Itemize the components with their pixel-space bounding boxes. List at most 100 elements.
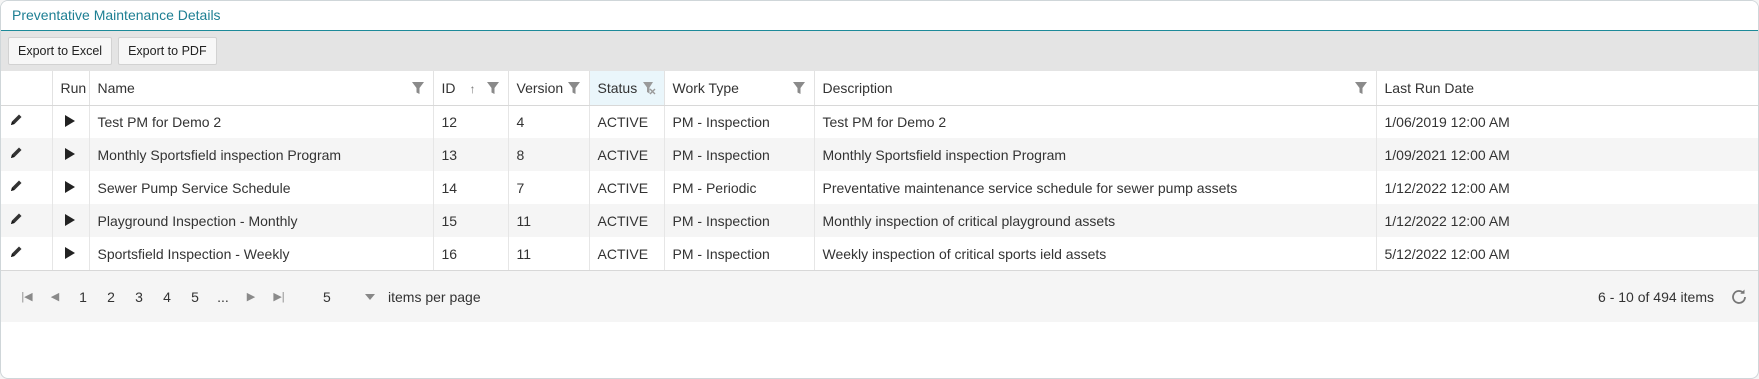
version-cell: 8 xyxy=(508,138,590,171)
status-cell: ACTIVE xyxy=(589,237,665,270)
description-cell: Test PM for Demo 2 xyxy=(814,105,1377,138)
header-work-type[interactable]: Work Type xyxy=(664,71,815,106)
page-button-2[interactable]: 2 xyxy=(97,289,125,305)
page-button-more[interactable]: ... xyxy=(209,289,237,305)
pencil-icon[interactable] xyxy=(9,179,23,193)
header-edit xyxy=(1,71,53,106)
edit-cell[interactable] xyxy=(1,105,53,138)
grid-header-row: Run Name ID ↑ Version Status Work Type D… xyxy=(1,71,1758,106)
id-cell: 16 xyxy=(433,237,509,270)
grid-toolbar: Export to Excel Export to PDF xyxy=(1,31,1758,71)
grid-pager: |◀ ◀ 1 2 3 4 5 ... ▶ ▶| 5 items per page… xyxy=(1,270,1758,322)
filter-icon[interactable] xyxy=(567,81,581,95)
header-last-run-date[interactable]: Last Run Date xyxy=(1376,71,1758,106)
pm-details-panel: Preventative Maintenance Details Export … xyxy=(0,0,1759,379)
header-description[interactable]: Description xyxy=(814,71,1377,106)
description-cell: Preventative maintenance service schedul… xyxy=(814,171,1377,204)
version-cell: 7 xyxy=(508,171,590,204)
filter-icon[interactable] xyxy=(792,81,806,95)
header-status[interactable]: Status xyxy=(589,71,665,106)
filter-icon[interactable] xyxy=(411,81,425,95)
play-icon[interactable] xyxy=(64,213,75,226)
filter-icon[interactable] xyxy=(486,81,500,95)
items-per-page-label: items per page xyxy=(388,288,481,305)
page-button-4[interactable]: 4 xyxy=(153,289,181,305)
run-cell[interactable] xyxy=(52,171,90,204)
table-row[interactable]: Sewer Pump Service Schedule 14 7 ACTIVE … xyxy=(1,171,1758,204)
previous-page-icon[interactable]: ◀ xyxy=(41,290,69,303)
page-size-value: 5 xyxy=(323,288,331,305)
run-cell[interactable] xyxy=(52,237,90,270)
last-page-icon[interactable]: ▶| xyxy=(265,290,293,303)
header-version[interactable]: Version xyxy=(508,71,590,106)
pencil-icon[interactable] xyxy=(9,212,23,226)
next-page-icon[interactable]: ▶ xyxy=(237,290,265,303)
header-run[interactable]: Run xyxy=(52,71,90,106)
table-row[interactable]: Monthly Sportsfield inspection Program 1… xyxy=(1,138,1758,171)
last-run-date-cell: 5/12/2022 12:00 AM xyxy=(1384,245,1510,262)
header-id-label: ID xyxy=(441,79,456,96)
header-run-label: Run xyxy=(60,79,87,96)
last-run-date-cell: 1/12/2022 12:00 AM xyxy=(1384,179,1510,196)
header-id[interactable]: ID ↑ xyxy=(433,71,509,106)
name-cell: Test PM for Demo 2 xyxy=(89,105,434,138)
header-work-type-label: Work Type xyxy=(672,79,739,96)
version-cell: 11 xyxy=(508,204,590,237)
clear-filter-icon[interactable] xyxy=(642,81,656,95)
status-cell: ACTIVE xyxy=(589,204,665,237)
id-cell: 15 xyxy=(433,204,509,237)
play-icon[interactable] xyxy=(64,246,75,259)
header-name[interactable]: Name xyxy=(89,71,434,106)
page-size-select[interactable]: 5 xyxy=(319,283,379,311)
edit-cell[interactable] xyxy=(1,138,53,171)
table-row[interactable]: Playground Inspection - Monthly 15 11 AC… xyxy=(1,204,1758,237)
run-cell[interactable] xyxy=(52,138,90,171)
play-icon[interactable] xyxy=(64,114,75,127)
pager-info: 6 - 10 of 494 items xyxy=(1598,288,1714,305)
description-cell: Monthly inspection of critical playgroun… xyxy=(814,204,1377,237)
last-run-date-cell: 1/06/2019 12:00 AM xyxy=(1384,113,1510,130)
edit-cell[interactable] xyxy=(1,237,53,270)
last-run-date-cell: 1/12/2022 12:00 AM xyxy=(1376,204,1758,237)
play-icon[interactable] xyxy=(64,180,75,193)
run-cell[interactable] xyxy=(52,204,90,237)
status-cell: ACTIVE xyxy=(589,171,665,204)
work-type-cell: PM - Inspection xyxy=(664,237,815,270)
work-type-cell: PM - Inspection xyxy=(664,138,815,171)
run-cell[interactable] xyxy=(52,105,90,138)
work-type-cell: PM - Inspection xyxy=(664,204,815,237)
page-button-1[interactable]: 1 xyxy=(69,289,97,305)
description-cell: Weekly inspection of critical sports iel… xyxy=(814,237,1377,270)
table-row[interactable]: Test PM for Demo 2 12 4 ACTIVE PM - Insp… xyxy=(1,105,1758,138)
id-cell: 12 xyxy=(433,105,509,138)
panel-title: Preventative Maintenance Details xyxy=(1,1,1758,31)
table-row[interactable]: Sportsfield Inspection - Weekly 16 11 AC… xyxy=(1,237,1758,270)
header-status-label: Status xyxy=(597,79,638,96)
edit-cell[interactable] xyxy=(1,204,53,237)
play-icon[interactable] xyxy=(64,147,75,160)
pencil-icon[interactable] xyxy=(9,113,23,127)
export-excel-button[interactable]: Export to Excel xyxy=(8,37,113,65)
page-button-5[interactable]: 5 xyxy=(181,289,209,305)
status-cell: ACTIVE xyxy=(589,105,665,138)
refresh-icon[interactable] xyxy=(1730,288,1748,306)
header-name-label: Name xyxy=(97,79,135,96)
status-cell: ACTIVE xyxy=(589,138,665,171)
first-page-icon[interactable]: |◀ xyxy=(13,290,41,303)
filter-icon[interactable] xyxy=(1354,81,1368,95)
chevron-down-icon xyxy=(365,293,375,300)
version-cell: 11 xyxy=(508,237,590,270)
page-button-3[interactable]: 3 xyxy=(125,289,153,305)
edit-cell[interactable] xyxy=(1,171,53,204)
name-cell: Sportsfield Inspection - Weekly xyxy=(89,237,434,270)
pencil-icon[interactable] xyxy=(9,146,23,160)
name-cell: Playground Inspection - Monthly xyxy=(89,204,434,237)
export-pdf-button[interactable]: Export to PDF xyxy=(118,37,217,65)
last-run-date-cell: 1/09/2021 12:00 AM xyxy=(1376,138,1758,171)
description-cell: Monthly Sportsfield inspection Program xyxy=(814,138,1377,171)
header-description-label: Description xyxy=(822,79,893,96)
pm-grid: Run Name ID ↑ Version Status Work Type D… xyxy=(1,71,1758,270)
sort-ascending-icon: ↑ xyxy=(469,81,476,96)
name-cell: Monthly Sportsfield inspection Program xyxy=(89,138,434,171)
pencil-icon[interactable] xyxy=(9,245,23,259)
